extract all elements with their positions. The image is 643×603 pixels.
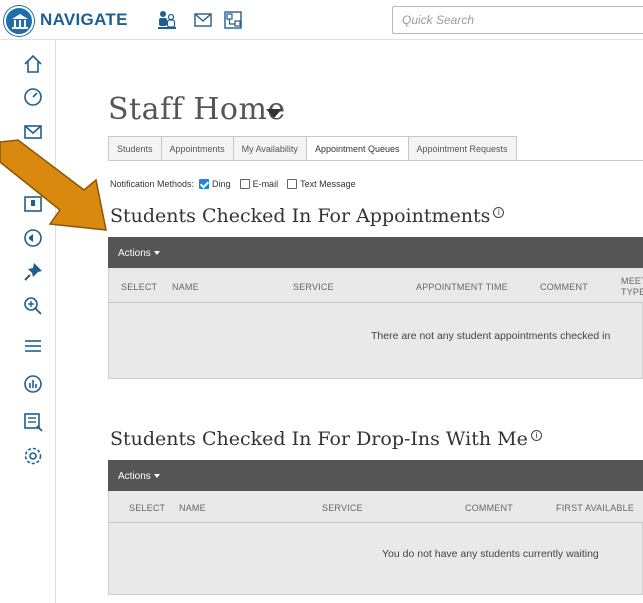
navigate-logo[interactable]: [4, 6, 34, 36]
dropins-table: SELECT NAME SERVICE COMMENT FIRST AVAILA…: [108, 491, 643, 595]
ding-label: Ding: [212, 179, 231, 189]
page-title: Staff Home: [108, 92, 286, 127]
appointments-section-title: Students Checked In For Appointments i: [110, 205, 505, 227]
col-meeting-type-line1[interactable]: MEET: [621, 276, 643, 286]
org-chart-icon[interactable]: [222, 9, 244, 31]
col-first-available[interactable]: FIRST AVAILABLE: [556, 503, 634, 513]
dropins-actions-bar: Actions: [108, 460, 643, 491]
col-meeting-type-line2[interactable]: TYPE: [621, 287, 643, 297]
dropins-title-text: Students Checked In For Drop-Ins With Me: [110, 428, 528, 450]
notification-methods: Notification Methods: Ding E-mail Text M…: [110, 179, 356, 189]
appointments-title-text: Students Checked In For Appointments: [110, 205, 491, 227]
title-dropdown-caret[interactable]: [266, 109, 282, 118]
email-label: E-mail: [252, 179, 279, 189]
annotation-arrow-icon: [0, 139, 107, 231]
appointments-empty-message: There are not any student appointments c…: [371, 330, 611, 342]
mail-icon[interactable]: [192, 9, 214, 31]
home-icon[interactable]: [21, 52, 45, 76]
tab-bar: Students Appointments My Availability Ap…: [108, 136, 517, 161]
notification-label: Notification Methods:: [110, 179, 195, 189]
info-icon[interactable]: i: [493, 206, 505, 218]
people-icon[interactable]: [156, 9, 178, 31]
tab-appointments[interactable]: Appointments: [161, 136, 234, 161]
col-select[interactable]: SELECT: [129, 503, 165, 513]
dropins-empty-message: You do not have any students currently w…: [382, 548, 599, 560]
table-header-row: SELECT NAME SERVICE COMMENT FIRST AVAILA…: [109, 491, 643, 523]
actions-dropdown[interactable]: Actions: [118, 248, 151, 259]
chevron-down-icon: [153, 251, 160, 256]
search-plus-icon[interactable]: [21, 294, 45, 318]
table-header-row: SELECT NAME SERVICE APPOINTMENT TIME COM…: [109, 268, 643, 303]
dashboard-icon[interactable]: [21, 84, 45, 108]
brand-name[interactable]: NAVIGATE: [40, 10, 128, 30]
ding-checkbox[interactable]: [199, 179, 210, 189]
col-name[interactable]: NAME: [179, 503, 206, 513]
col-service[interactable]: SERVICE: [293, 282, 334, 292]
col-comment[interactable]: COMMENT: [465, 503, 513, 513]
dropins-section-title: Students Checked In For Drop-Ins With Me…: [110, 428, 542, 450]
email-checkbox[interactable]: [239, 179, 250, 189]
pin-icon[interactable]: [21, 260, 45, 284]
text-message-checkbox[interactable]: [287, 179, 298, 189]
info-icon[interactable]: i: [530, 429, 542, 441]
tab-appointment-requests[interactable]: Appointment Requests: [408, 136, 517, 161]
bank-icon: [12, 14, 28, 29]
quick-search-input[interactable]: Quick Search: [392, 6, 643, 34]
settings-icon[interactable]: [21, 444, 45, 468]
kiosk-icon[interactable]: [21, 410, 45, 434]
tab-divider: [108, 160, 643, 161]
tab-my-availability[interactable]: My Availability: [233, 136, 307, 161]
col-service[interactable]: SERVICE: [322, 503, 363, 513]
col-comment[interactable]: COMMENT: [540, 282, 588, 292]
reports-icon[interactable]: [21, 372, 45, 396]
list-icon[interactable]: [21, 334, 45, 358]
actions-dropdown[interactable]: Actions: [118, 471, 151, 482]
appointments-actions-bar: Actions: [108, 237, 643, 268]
col-name[interactable]: NAME: [172, 282, 199, 292]
col-appointment-time[interactable]: APPOINTMENT TIME: [416, 282, 508, 292]
chevron-down-icon: [153, 474, 160, 479]
col-select[interactable]: SELECT: [121, 282, 157, 292]
text-message-label: Text Message: [300, 179, 356, 189]
appointments-table: SELECT NAME SERVICE APPOINTMENT TIME COM…: [108, 268, 643, 379]
top-bar: NAVIGATE Quick Search: [0, 0, 643, 40]
tab-appointment-queues[interactable]: Appointment Queues: [306, 136, 409, 161]
